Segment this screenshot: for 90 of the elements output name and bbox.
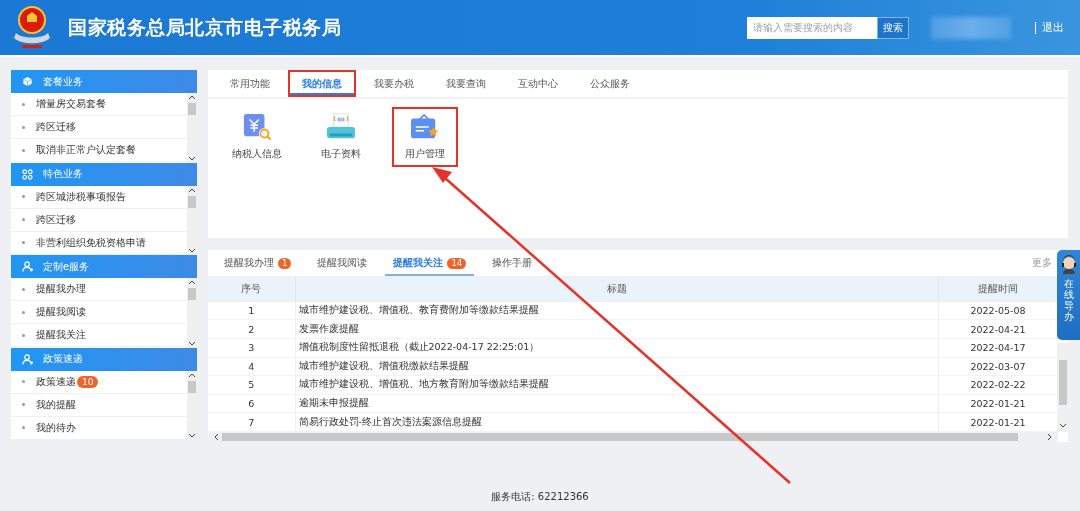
bullet-icon: [22, 148, 25, 152]
item-label: 我的待办: [36, 420, 76, 435]
online-guide-button[interactable]: 在线导办: [1057, 250, 1080, 340]
table-cell: 2022-02-22: [938, 375, 1058, 395]
user-icon: [22, 261, 33, 272]
bullet-icon: [22, 333, 25, 337]
count-badge: 14: [447, 257, 467, 269]
item-label: 提醒我关注: [36, 328, 86, 342]
table-cell: 2022-01-21: [938, 412, 1058, 432]
bullet-icon: [22, 403, 25, 406]
table-cell: 城市维护建设税、增值税、教育费附加等缴款结果提醒: [295, 301, 939, 320]
section-title: 定制e服务: [43, 259, 90, 274]
user-icon: [22, 353, 33, 365]
table-cell: 城市维护建设税、增值税、地方教育附加等缴款结果提醒: [295, 375, 939, 395]
service-phone: 服务电话: 62212366: [491, 490, 589, 504]
table-cell: 1: [208, 301, 295, 320]
table-cell: 7: [208, 412, 295, 432]
site-title: 国家税务总局北京市电子税务局: [68, 14, 342, 40]
count-badge: 1: [278, 257, 292, 269]
table-cell: 6: [208, 394, 295, 413]
tab[interactable]: 常用功能: [216, 70, 284, 97]
column-header: 标题: [295, 277, 939, 302]
scroll-thumb[interactable]: [222, 433, 1018, 441]
scrollbar[interactable]: [187, 93, 197, 163]
printer-icon: [326, 113, 356, 141]
section-title: 特色业务: [43, 167, 83, 181]
bullet-icon: [22, 218, 25, 221]
item-label: 提醒我阅读: [36, 305, 86, 319]
item-label: 我的提醒: [36, 397, 76, 412]
table-cell: 2022-04-17: [938, 338, 1058, 358]
tab[interactable]: 提醒我关注 14: [385, 250, 475, 276]
tab[interactable]: 提醒我办理 1: [216, 250, 300, 276]
item-label: 增量房交易套餐: [36, 97, 106, 111]
tab[interactable]: 操作手册: [484, 250, 541, 276]
tab[interactable]: 我要办税: [360, 70, 428, 97]
section-title: 政策速递: [43, 352, 83, 366]
table-cell: 2022-03-07: [938, 357, 1058, 376]
app-shortcut[interactable]: 用户管理: [392, 107, 458, 167]
table-cell: 3: [208, 338, 295, 358]
scrollbar[interactable]: [187, 185, 197, 255]
item-label: 跨区城涉税事项报告: [36, 189, 126, 204]
app-shortcut[interactable]: 纳税人信息: [224, 107, 290, 167]
table-cell: 逾期未申报提醒: [295, 394, 939, 413]
scroll-thumb[interactable]: [188, 288, 196, 300]
section-title: 套餐业务: [43, 74, 83, 89]
column-header: 序号: [208, 277, 295, 302]
grid-icon: [22, 168, 33, 180]
tab[interactable]: 提醒我阅读: [309, 250, 376, 276]
cube-icon: [22, 76, 33, 87]
bullet-icon: [22, 102, 25, 106]
bullet-icon: [22, 195, 25, 198]
receipt-icon: [242, 113, 272, 141]
id-card-icon: [410, 113, 440, 141]
bullet-icon: [22, 125, 25, 129]
scroll-thumb[interactable]: [188, 380, 196, 393]
column-header: 提醒时间: [938, 277, 1058, 302]
bullet-icon: [22, 380, 25, 383]
item-label: 取消非正常户认定套餐: [36, 143, 136, 157]
scrollbar[interactable]: [187, 278, 197, 348]
app-shortcut[interactable]: 电子资料: [308, 107, 374, 167]
item-label: 跨区迁移: [36, 212, 76, 227]
table-cell: 4: [208, 357, 295, 376]
search-button[interactable]: 搜索: [877, 16, 909, 39]
table-cell: 增值税制度性留抵退税（截止2022-04-17 22:25:01）: [295, 338, 939, 358]
table-cell: 城市维护建设税、增值税缴款结果提醒: [295, 357, 939, 376]
table-cell: 2: [208, 319, 295, 339]
bullet-icon: [22, 310, 25, 314]
count-badge: 10: [77, 375, 99, 388]
scrollbar[interactable]: [208, 432, 1058, 442]
tab[interactable]: 我的信息: [288, 70, 356, 97]
table-cell: 简易行政处罚-终止首次违法案源信息提醒: [295, 412, 939, 432]
item-label: 跨区迁移: [36, 120, 76, 134]
search-field[interactable]: 请输入需要搜索的内容: [747, 16, 877, 39]
table-cell: 2022-01-21: [938, 394, 1058, 413]
bullet-icon: [22, 241, 25, 244]
sidebar-item[interactable]: 政策速递 10: [11, 370, 187, 394]
scroll-thumb[interactable]: [188, 103, 196, 115]
table-cell: 发票作废提醒: [295, 319, 939, 339]
scroll-thumb[interactable]: [1059, 360, 1067, 405]
bullet-icon: [22, 426, 25, 429]
table-cell: 5: [208, 375, 295, 395]
tab[interactable]: 互动中心: [504, 70, 572, 97]
item-label: 政策速递: [36, 374, 76, 389]
bullet-icon: [22, 287, 25, 291]
item-label: 非营利组织免税资格申请: [36, 235, 146, 250]
scrollbar[interactable]: [1058, 343, 1068, 432]
tab[interactable]: 公众服务: [576, 70, 644, 97]
scroll-thumb[interactable]: [188, 195, 196, 208]
item-label: 提醒我办理: [36, 282, 86, 296]
tab[interactable]: 我要查询: [432, 70, 500, 97]
